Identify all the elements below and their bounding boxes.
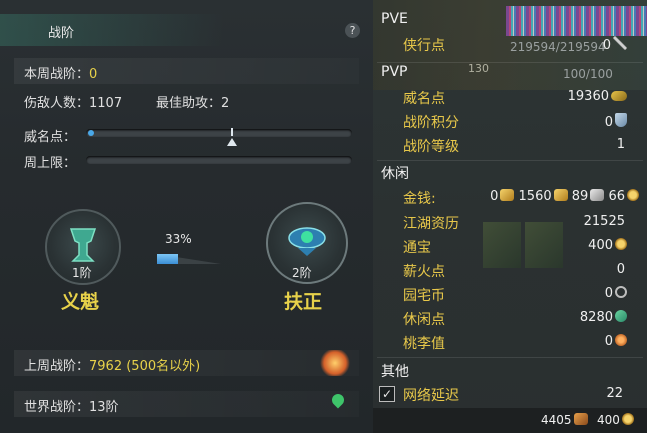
rank-level-value: 1 — [616, 137, 625, 152]
latency-value: 22 — [606, 386, 623, 401]
weekly-rank-row: 本周战阶：0 — [24, 63, 97, 82]
copper-coin-icon — [627, 189, 639, 201]
thumbnail-image — [483, 222, 521, 268]
bottom-value-b-number: 400 — [597, 413, 620, 427]
rank-score-label: 战阶积分 — [403, 115, 459, 131]
currency-panel: 219594/219594 130 100/100 PVE 侠行点 0 PVP … — [373, 0, 647, 433]
taoli-value: 0 — [605, 334, 627, 349]
peach-icon — [615, 334, 627, 346]
last-week-row: 上周战阶：7962 (500名以外) — [24, 355, 200, 374]
last-week-label: 上周战阶： — [24, 359, 90, 374]
rank-score-number: 0 — [604, 115, 613, 130]
kills-stat: 伤敌人数：1107 — [24, 96, 123, 111]
leaf-icon — [615, 310, 627, 322]
rank-panel-title: 战阶 — [48, 26, 75, 41]
money-gold-value: 1560 — [518, 189, 552, 204]
leisure-points-value: 8280 — [580, 310, 627, 325]
latency-label: 网络延迟 — [403, 388, 459, 404]
tongbao-number: 400 — [588, 238, 613, 253]
world-rank: 世界战阶：13阶 — [24, 400, 119, 415]
rank-progress-bar — [157, 252, 221, 266]
energy-text: 100/100 — [563, 67, 613, 81]
money-values: 0 1560 89 66 — [490, 189, 639, 204]
xiaxing-points-value: 0 — [603, 36, 627, 53]
stripe-banner — [506, 6, 647, 36]
sword-icon — [613, 36, 627, 50]
current-rank-level: 1阶 — [72, 266, 92, 280]
leisure-points-label: 休闲点 — [403, 312, 445, 328]
prestige-points-value: 19360 — [568, 89, 627, 104]
other-header: 其他 — [381, 364, 409, 380]
money-ingot-value: 0 — [490, 189, 499, 204]
jianghu-label: 江湖资历 — [403, 216, 459, 232]
next-rank-level: 2阶 — [292, 266, 312, 280]
taoli-label: 桃李值 — [403, 336, 445, 352]
section-divider — [377, 62, 643, 63]
prestige-bar — [86, 128, 352, 146]
rank-progress-percent: 33% — [165, 232, 192, 246]
thumbnail-image — [525, 222, 563, 268]
bottom-value-a-number: 4405 — [541, 413, 572, 427]
section-divider — [377, 160, 643, 161]
leisure-points-number: 8280 — [579, 310, 613, 325]
xinhuo-label: 薪火点 — [403, 264, 445, 280]
prestige-bar-arrow-icon — [227, 138, 237, 146]
g-icon — [615, 286, 627, 298]
money-silver-value: 89 — [571, 189, 589, 204]
weekly-rank-value: 0 — [89, 67, 98, 82]
coin-icon — [615, 238, 627, 250]
leisure-header: 休闲 — [381, 166, 409, 182]
taoli-number: 0 — [604, 334, 613, 349]
money-label: 金钱: — [403, 191, 436, 207]
hp-text: 219594/219594 — [510, 40, 606, 54]
pvp-header: PVP — [381, 64, 408, 80]
pve-header: PVE — [381, 11, 408, 27]
silver-icon — [590, 189, 605, 201]
prestige-label: 威名点： — [24, 130, 77, 145]
rank-progress-fill — [157, 254, 179, 264]
prestige-bar-marker — [231, 128, 233, 136]
tongbao-value: 400 — [588, 238, 627, 253]
crest-icon — [615, 113, 627, 127]
weekly-rank-label: 本周战阶： — [24, 67, 90, 82]
prestige-bar-fill — [88, 130, 94, 136]
boot-icon — [573, 413, 588, 425]
treasure-chest-icon[interactable] — [320, 350, 350, 376]
xiaxing-points-number: 0 — [602, 38, 611, 53]
gold-icon — [553, 189, 568, 201]
bottom-value-a: 4405 — [541, 413, 588, 427]
tongbao-label: 通宝 — [403, 240, 431, 256]
last-week-value: 7962 (500名以外) — [89, 359, 201, 374]
help-icon[interactable]: ? — [345, 23, 360, 38]
garden-coin-value: 0 — [605, 286, 627, 301]
level-text: 130 — [468, 62, 489, 75]
gold-ingot-icon — [500, 189, 515, 201]
bottom-value-b: 400 — [597, 413, 634, 427]
weekly-cap-label: 周上限： — [24, 156, 77, 171]
next-rank-name: 扶正 — [284, 291, 323, 313]
money-copper-value: 66 — [608, 189, 625, 204]
weekly-cap-bar — [86, 156, 352, 164]
jianghu-value: 21525 — [583, 214, 625, 229]
garden-coin-label: 园宅币 — [403, 288, 445, 304]
rank-score-value: 0 — [605, 113, 627, 130]
current-rank-name: 义魁 — [61, 291, 100, 313]
rank-panel: 战阶 ? 本周战阶：0 伤敌人数：1107 最佳助攻：2 威名点： 周上限： 1… — [0, 0, 373, 433]
section-divider — [377, 357, 643, 358]
latency-checkbox[interactable]: ✓ — [379, 386, 395, 402]
xinhuo-value: 0 — [616, 262, 625, 277]
prestige-points-label: 威名点 — [403, 91, 445, 107]
xiaxing-points-label: 侠行点 — [403, 38, 445, 54]
rank-level-label: 战阶等级 — [403, 139, 459, 155]
prestige-points-number: 19360 — [567, 89, 609, 104]
garden-coin-number: 0 — [604, 286, 613, 301]
coin-icon — [621, 413, 634, 425]
mask-icon — [611, 91, 627, 101]
assist-stat: 最佳助攻：2 — [156, 96, 230, 111]
